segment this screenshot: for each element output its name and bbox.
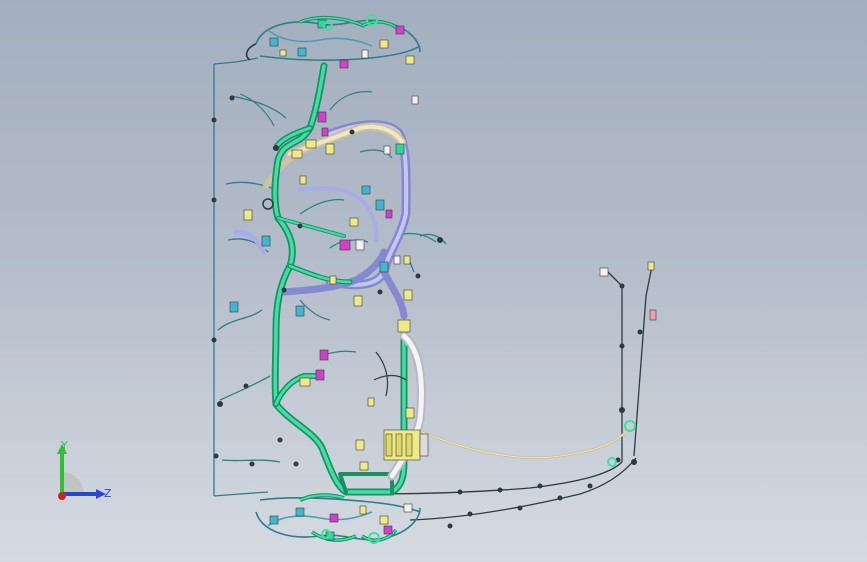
y-axis-label: Y bbox=[60, 439, 68, 452]
triad-plane bbox=[62, 472, 84, 494]
wire-harness-model[interactable] bbox=[0, 0, 867, 562]
orientation-triad: Y Z bbox=[57, 439, 112, 500]
z-axis-label: Z bbox=[104, 487, 112, 500]
right-branch-wires bbox=[371, 265, 653, 521]
x-axis-dot bbox=[58, 492, 66, 500]
cad-viewport[interactable]: Y Z bbox=[0, 0, 867, 562]
lavender-conduit bbox=[233, 120, 411, 320]
connectors bbox=[229, 19, 657, 541]
